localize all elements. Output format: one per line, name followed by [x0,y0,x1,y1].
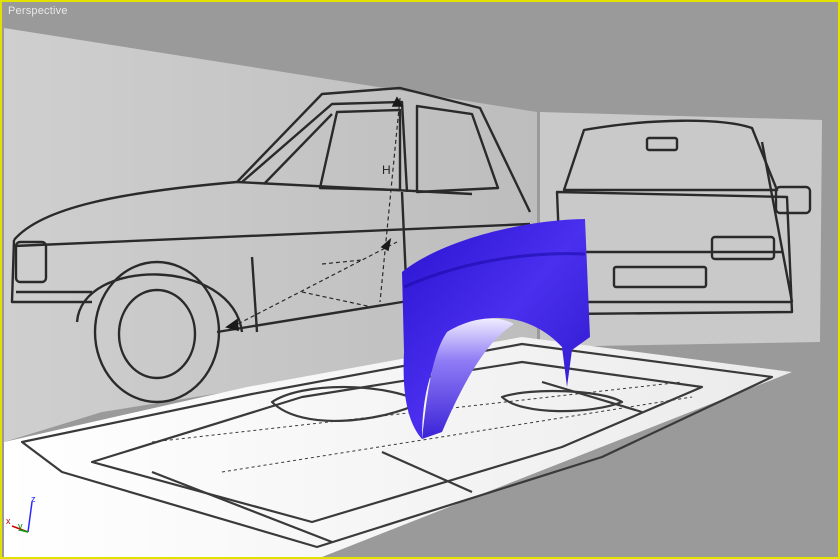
perspective-viewport[interactable]: Perspective H z y x [0,0,840,559]
axis-y-label: y [18,521,23,531]
axis-x-label: x [6,516,11,526]
viewport-scene[interactable]: H z y x [2,2,838,557]
viewport-label[interactable]: Perspective [8,5,68,17]
axis-z-label: z [31,494,36,504]
svg-text:H: H [382,163,391,177]
